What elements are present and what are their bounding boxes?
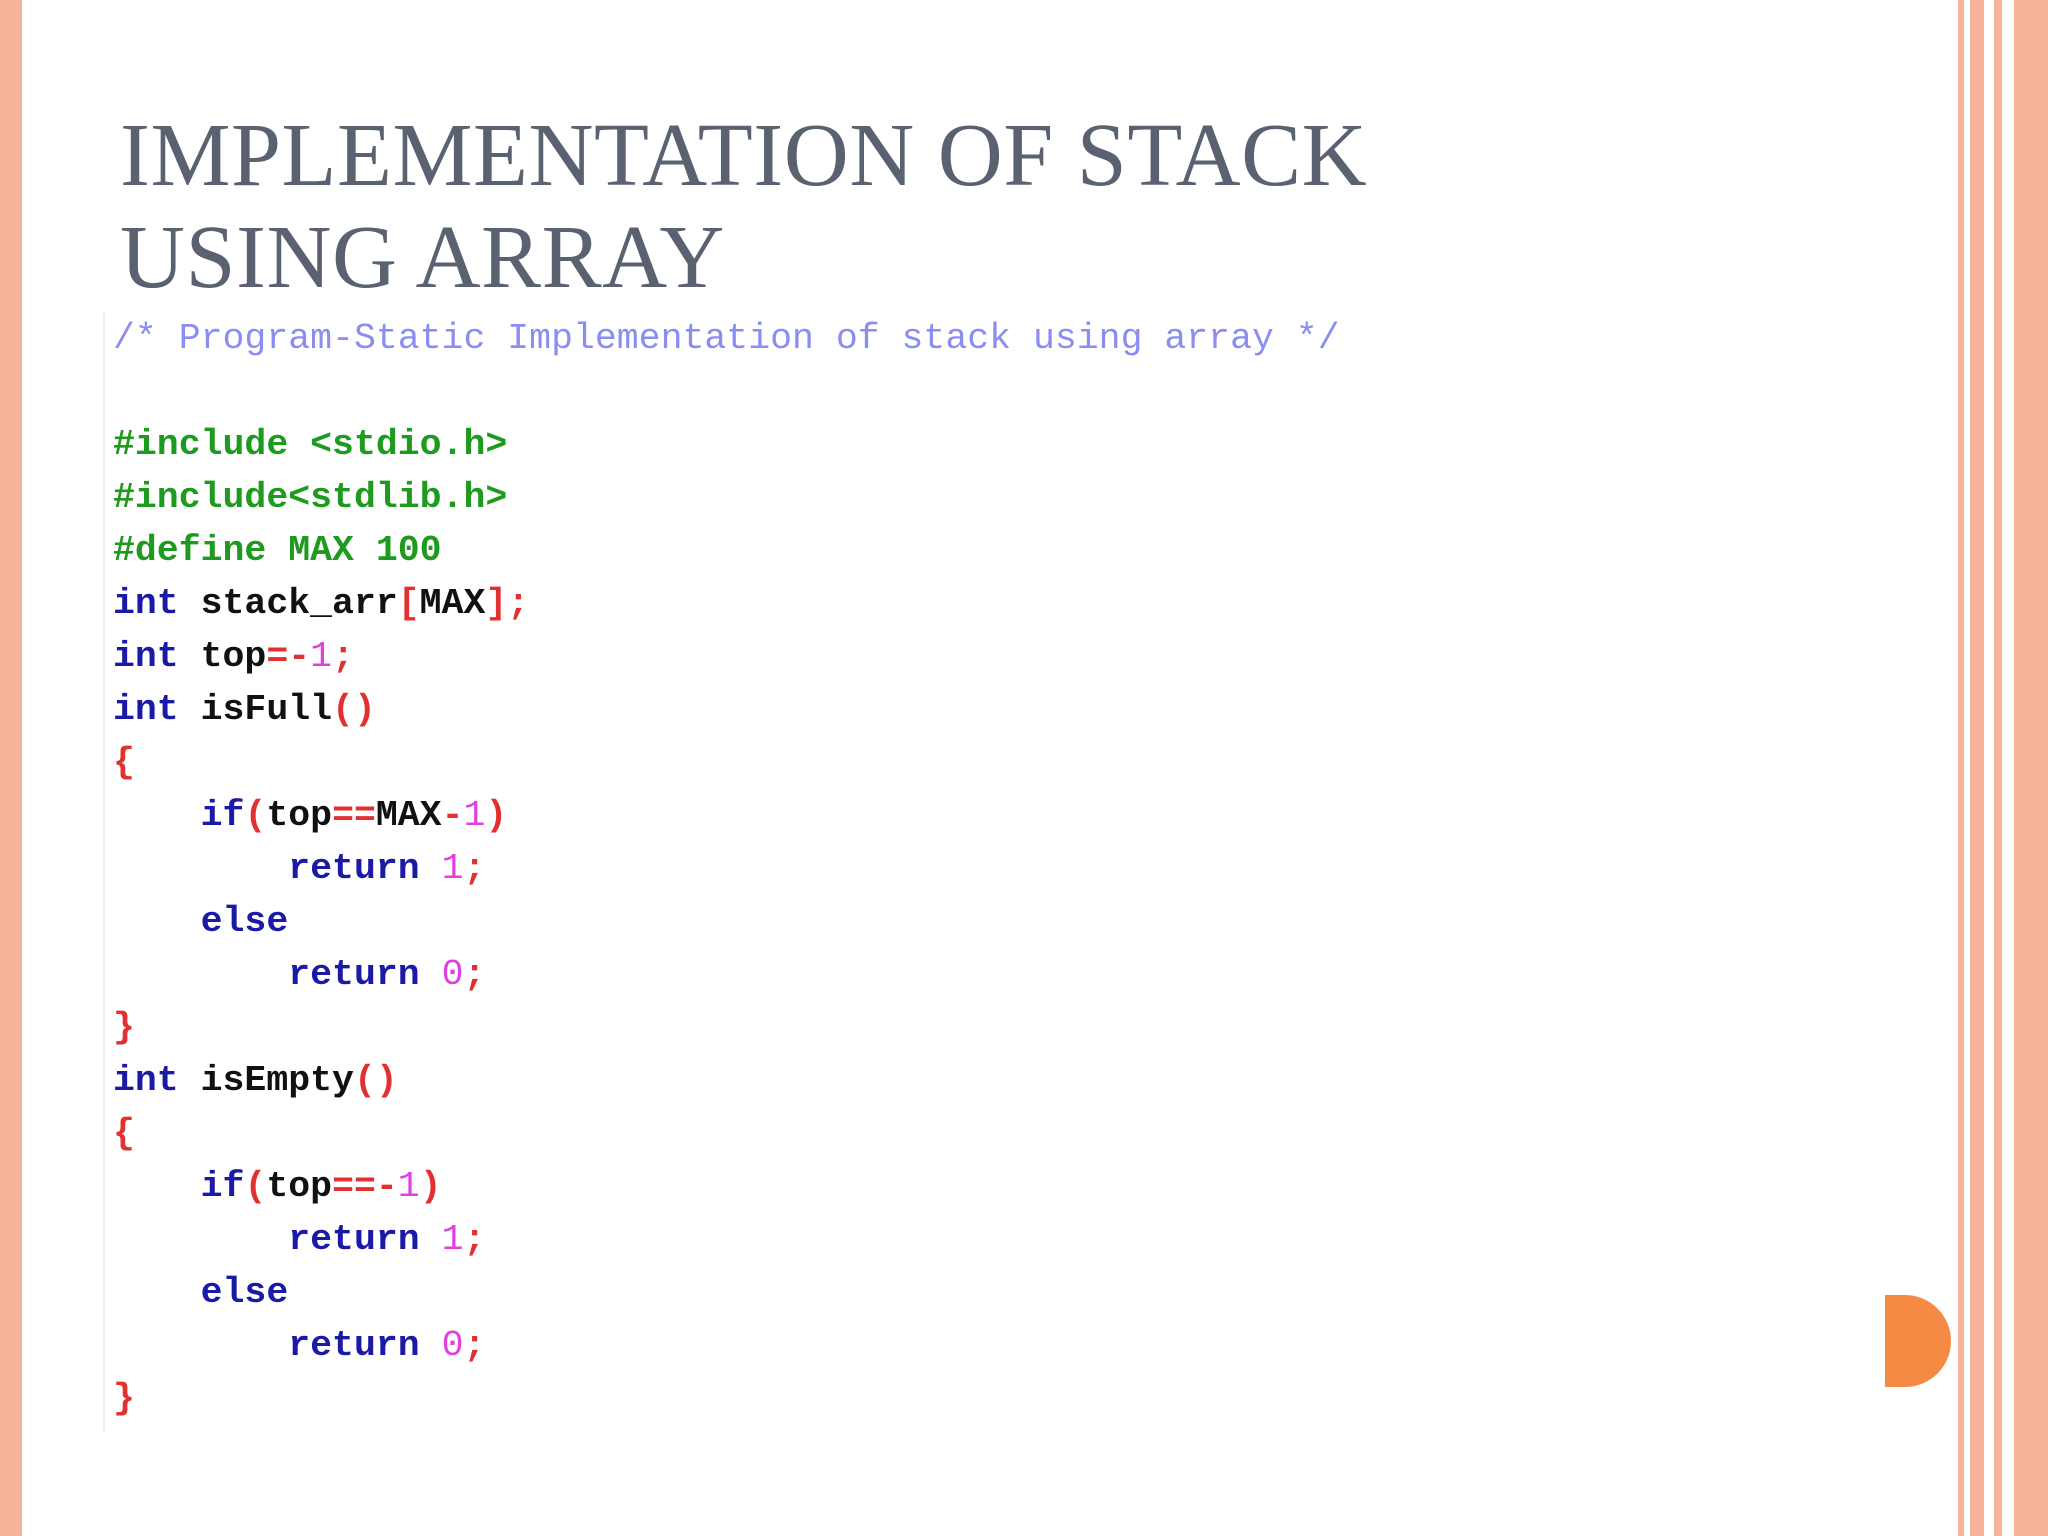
code-token: int [113,636,179,677]
code-token: 1 [310,636,333,677]
code-token: ; [463,1219,486,1260]
code-token: int [113,1060,179,1101]
code-token: /* Program-Static Implementation of stac… [113,318,1340,359]
border-stripe [1970,0,1984,1536]
code-token: 0 [441,1325,464,1366]
code-token: MAX [419,583,486,624]
code-line: } [113,1001,1813,1054]
right-border-stripes [1958,0,2048,1536]
code-token: isFull [178,689,333,730]
code-line: #define MAX 100 [113,524,1813,577]
accent-half-circle [1885,1295,1951,1387]
code-line: #include <stdio.h> [113,418,1813,471]
page-title: IMPLEMENTATION OF STACK USING ARRAY [120,106,1368,307]
border-stripe [2002,0,2014,1536]
code-line: else [113,895,1813,948]
code-token: stack_arr [178,583,398,624]
code-token: 1 [441,848,464,889]
code-token: int [113,689,179,730]
code-token: return [288,1325,420,1366]
code-token: ( [244,1166,267,1207]
code-token: #include<stdlib.h> [113,477,508,518]
code-token: return [288,954,420,995]
code-block: /* Program-Static Implementation of stac… [103,312,1813,1432]
code-token: isEmpty [178,1060,354,1101]
code-token: ( [244,795,267,836]
code-token: =- [266,636,311,677]
code-line: return 0; [113,1319,1813,1372]
code-line: if(top==MAX-1) [113,789,1813,842]
code-token: { [113,1113,135,1154]
code-line: return 1; [113,842,1813,895]
code-line: } [113,1372,1813,1425]
code-line: int isEmpty() [113,1054,1813,1107]
code-token: return [288,848,420,889]
code-token: 1 [397,1166,420,1207]
code-token: ; [332,636,354,677]
code-line: if(top==-1) [113,1160,1813,1213]
code-token: else [200,1272,289,1313]
code-token: - [441,795,464,836]
left-border-bar [0,0,22,1536]
code-line: return 0; [113,948,1813,1001]
code-token: } [113,1007,135,1048]
code-line: int isFull() [113,683,1813,736]
code-line: /* Program-Static Implementation of stac… [113,312,1813,365]
code-line: else [113,1266,1813,1319]
code-token: if [200,1166,245,1207]
code-token: ]; [485,583,530,624]
code-line: #include<stdlib.h> [113,471,1813,524]
code-token: #include <stdio.h> [113,424,508,465]
code-token: ) [419,1166,442,1207]
code-token: MAX [375,795,442,836]
code-token: () [332,689,376,730]
code-token: int [113,583,179,624]
code-token: if [200,795,245,836]
code-line: int top=-1; [113,630,1813,683]
code-token: top [178,636,267,677]
code-token: ; [463,848,486,889]
code-line: return 1; [113,1213,1813,1266]
code-token: ; [463,954,486,995]
code-token: top [266,795,333,836]
code-token: } [113,1378,135,1419]
code-token: return [288,1219,420,1260]
code-line: int stack_arr[MAX]; [113,577,1813,630]
code-token: [ [397,583,420,624]
code-line: { [113,736,1813,789]
code-token: top [266,1166,333,1207]
code-token: ) [485,795,508,836]
code-token: ; [463,1325,486,1366]
border-stripe [2014,0,2048,1536]
code-token: == [332,795,376,836]
code-token: else [200,901,289,942]
code-token: ==- [332,1166,398,1207]
code-token: () [353,1060,398,1101]
code-token: 1 [441,1219,464,1260]
slide: IMPLEMENTATION OF STACK USING ARRAY /* P… [0,0,2048,1536]
code-token: #define MAX 100 [113,530,442,571]
border-stripe [1984,0,1994,1536]
code-token: 1 [463,795,486,836]
code-token: { [113,742,135,783]
border-stripe [1994,0,2002,1536]
code-token: 0 [441,954,464,995]
code-line: { [113,1107,1813,1160]
